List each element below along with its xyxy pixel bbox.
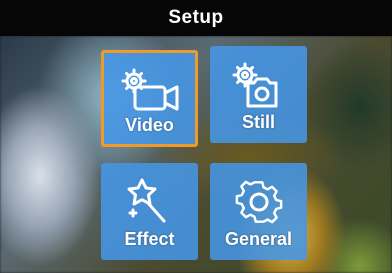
setup-screen: Setup Video Still Effect General xyxy=(0,0,392,273)
camera-settings-icon xyxy=(212,60,305,110)
menu-tile-effect[interactable]: Effect xyxy=(101,163,198,260)
menu-tile-general[interactable]: General xyxy=(210,163,307,260)
page-title: Setup xyxy=(168,7,224,28)
menu-tile-label: Still xyxy=(241,112,275,132)
menu-tile-label: Video xyxy=(125,115,174,135)
menu-tile-label: General xyxy=(224,229,293,249)
gear-icon xyxy=(212,177,305,227)
magic-wand-icon xyxy=(103,177,196,227)
menu-tile-label: Effect xyxy=(124,229,175,249)
menu-tile-still[interactable]: Still xyxy=(210,46,307,143)
menu-tile-video[interactable]: Video xyxy=(101,50,198,147)
title-bar: Setup xyxy=(0,0,392,36)
video-settings-icon xyxy=(104,65,195,115)
